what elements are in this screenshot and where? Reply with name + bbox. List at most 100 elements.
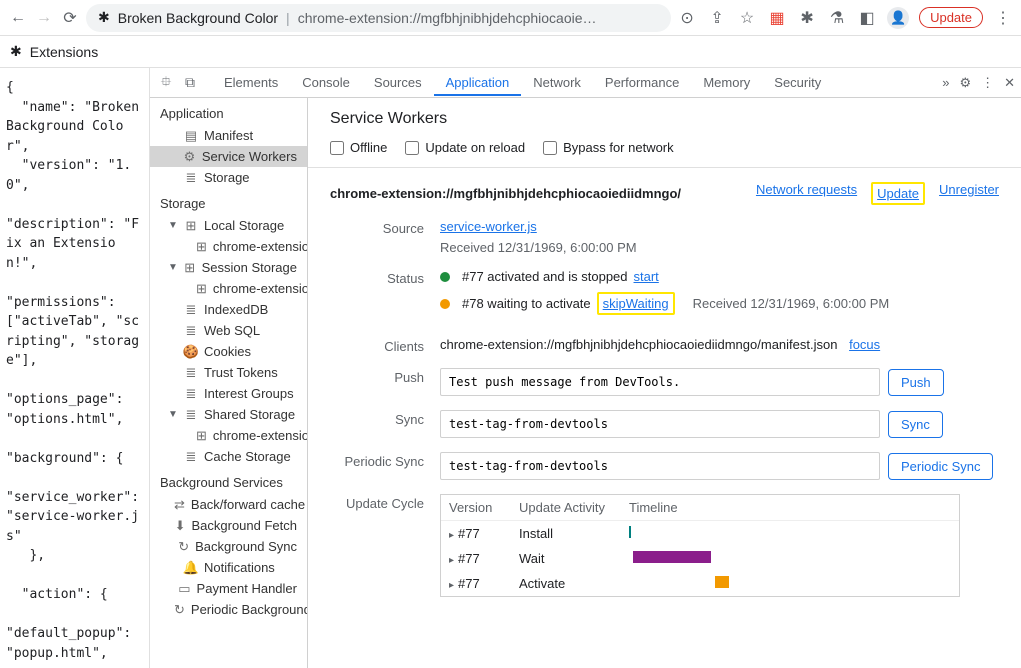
sidebar-item-storage[interactable]: ≣Storage [150, 167, 307, 188]
cycle-row: ▸#77Activate [441, 571, 959, 596]
push-button[interactable]: Push [888, 369, 944, 396]
gear-icon: ⚙ [183, 150, 196, 164]
sidebar-item-local-storage[interactable]: ▼⊞Local Storage [150, 215, 307, 236]
source-file-link[interactable]: service-worker.js [440, 219, 537, 234]
sidebar-section: Application [150, 98, 307, 125]
search-icon[interactable]: ⊙ [677, 8, 697, 28]
sidebar-item-service-workers[interactable]: ⚙Service Workers [150, 146, 307, 167]
sidebar-item-web-sql[interactable]: ≣Web SQL [150, 320, 307, 341]
tab-memory[interactable]: Memory [691, 69, 762, 96]
sync-input[interactable] [440, 410, 880, 438]
start-link[interactable]: start [634, 269, 659, 284]
application-sidebar: Application▤Manifest⚙Service Workers≣Sto… [150, 98, 308, 668]
update-button[interactable]: Update [919, 7, 983, 28]
labs-icon[interactable]: ⚗ [827, 8, 847, 28]
sync-button[interactable]: Sync [888, 411, 943, 438]
sidebar-item-shared-storage[interactable]: ▼≣Shared Storage [150, 404, 307, 425]
star-icon[interactable]: ☆ [737, 8, 757, 28]
update-link[interactable]: Update [877, 186, 919, 201]
db-icon: ≣ [184, 171, 198, 185]
clients-label: Clients [330, 337, 440, 354]
sidebar-item-payment-handler[interactable]: ▭Payment Handler [150, 578, 307, 599]
puzzle-icon[interactable]: ✱ [797, 8, 817, 28]
profile-avatar[interactable]: 👤 [887, 7, 909, 29]
service-workers-panel: Service Workers Offline Update on reload… [308, 98, 1021, 668]
sidebar-item-cache-storage[interactable]: ≣Cache Storage [150, 446, 307, 467]
url-text: chrome-extension://mgfbhjnibhjdehcphioca… [298, 10, 597, 26]
periodic-button[interactable]: Periodic Sync [888, 453, 993, 480]
back-icon[interactable]: ← [8, 8, 28, 28]
close-icon[interactable]: ✕ [1004, 75, 1015, 91]
periodic-input[interactable] [440, 452, 880, 480]
offline-checkbox[interactable]: Offline [330, 140, 387, 155]
sidebar-item-trust-tokens[interactable]: ≣Trust Tokens [150, 362, 307, 383]
panel-icon[interactable]: ◧ [857, 8, 877, 28]
tab-application[interactable]: Application [434, 69, 522, 96]
sidebar-item-interest-groups[interactable]: ≣Interest Groups [150, 383, 307, 404]
tab-performance[interactable]: Performance [593, 69, 691, 96]
tab-network[interactable]: Network [521, 69, 593, 96]
tab-elements[interactable]: Elements [212, 69, 290, 96]
sync-label: Sync [330, 410, 440, 427]
grid-icon: ⊞ [196, 282, 207, 296]
status-text-1: #77 activated and is stopped [462, 269, 628, 284]
periodic-label: Periodic Sync [330, 452, 440, 469]
manifest-json-source: { "name": "Broken Background Color", "ve… [0, 68, 150, 668]
push-input[interactable] [440, 368, 880, 396]
source-received: Received 12/31/1969, 6:00:00 PM [440, 240, 637, 255]
grid-icon: ⊞ [184, 219, 198, 233]
status-dot-waiting [440, 299, 450, 309]
push-label: Push [330, 368, 440, 385]
sidebar-item-session-storage[interactable]: ▼⊞Session Storage [150, 257, 307, 278]
menu-icon[interactable]: ⋮ [993, 8, 1013, 28]
more-tabs-icon[interactable]: » [942, 75, 949, 90]
puzzle-icon: ✱ [10, 43, 22, 60]
db-icon: ≣ [184, 303, 198, 317]
sidebar-child[interactable]: ⊞chrome-extension [150, 278, 307, 299]
unregister-link[interactable]: Unregister [939, 182, 999, 205]
sidebar-item-notifications[interactable]: 🔔Notifications [150, 557, 307, 578]
grid-icon: ⊞ [196, 429, 207, 443]
reload-icon[interactable]: ⟳ [60, 8, 80, 28]
devtools-toolbar: ⯐ ⧉ ElementsConsoleSourcesApplicationNet… [150, 68, 1021, 98]
grid-icon: ⊞ [184, 261, 196, 275]
sync-icon: ↻ [178, 540, 189, 554]
settings-icon[interactable]: ⚙ [959, 75, 971, 91]
device-icon[interactable]: ⧉ [180, 73, 200, 93]
inspect-icon[interactable]: ⯐ [156, 73, 176, 93]
network-requests-link[interactable]: Network requests [756, 182, 857, 205]
sidebar-item-background-sync[interactable]: ↻Background Sync [150, 536, 307, 557]
sw-options-row: Offline Update on reload Bypass for netw… [308, 140, 1021, 168]
sidebar-item-cookies[interactable]: 🍪Cookies [150, 341, 307, 362]
sidebar-item-background-fetch[interactable]: ⬇Background Fetch [150, 515, 307, 536]
update-cycle-table: Version Update Activity Timeline ▸#77Ins… [440, 494, 960, 597]
forward-icon: → [34, 8, 54, 28]
sidebar-section: Background Services [150, 467, 307, 494]
devtools-tabs: ElementsConsoleSourcesApplicationNetwork… [212, 69, 938, 96]
devtools-panel: ⯐ ⧉ ElementsConsoleSourcesApplicationNet… [150, 68, 1021, 668]
tab-security[interactable]: Security [762, 69, 833, 96]
sidebar-section: Storage [150, 188, 307, 215]
cycle-row: ▸#77Wait [441, 546, 959, 571]
tab-sources[interactable]: Sources [362, 69, 434, 96]
sidebar-item-indexeddb[interactable]: ≣IndexedDB [150, 299, 307, 320]
sidebar-item-periodic-background[interactable]: ↻Periodic Background [150, 599, 307, 620]
bypass-checkbox[interactable]: Bypass for network [543, 140, 674, 155]
address-bar[interactable]: ✱ Broken Background Color | chrome-exten… [86, 4, 671, 32]
source-label: Source [330, 219, 440, 236]
update-on-reload-checkbox[interactable]: Update on reload [405, 140, 525, 155]
sidebar-item-manifest[interactable]: ▤Manifest [150, 125, 307, 146]
share-icon[interactable]: ⇪ [707, 8, 727, 28]
sync-icon: ↻ [174, 603, 185, 617]
skipwaiting-link[interactable]: skipWaiting [603, 296, 669, 311]
cycle-row: ▸#77Install [441, 521, 959, 546]
kebab-icon[interactable]: ⋮ [981, 75, 994, 91]
browser-chrome: ← → ⟳ ✱ Broken Background Color | chrome… [0, 0, 1021, 36]
sidebar-item-back-forward-cache[interactable]: ⇄Back/forward cache [150, 494, 307, 515]
tab-console[interactable]: Console [290, 69, 362, 96]
sidebar-child[interactable]: ⊞chrome-extension://n [150, 425, 307, 446]
apps-icon[interactable]: ▦ [767, 8, 787, 28]
sidebar-child[interactable]: ⊞chrome-extension [150, 236, 307, 257]
focus-link[interactable]: focus [849, 337, 880, 352]
status-dot-active [440, 272, 450, 282]
